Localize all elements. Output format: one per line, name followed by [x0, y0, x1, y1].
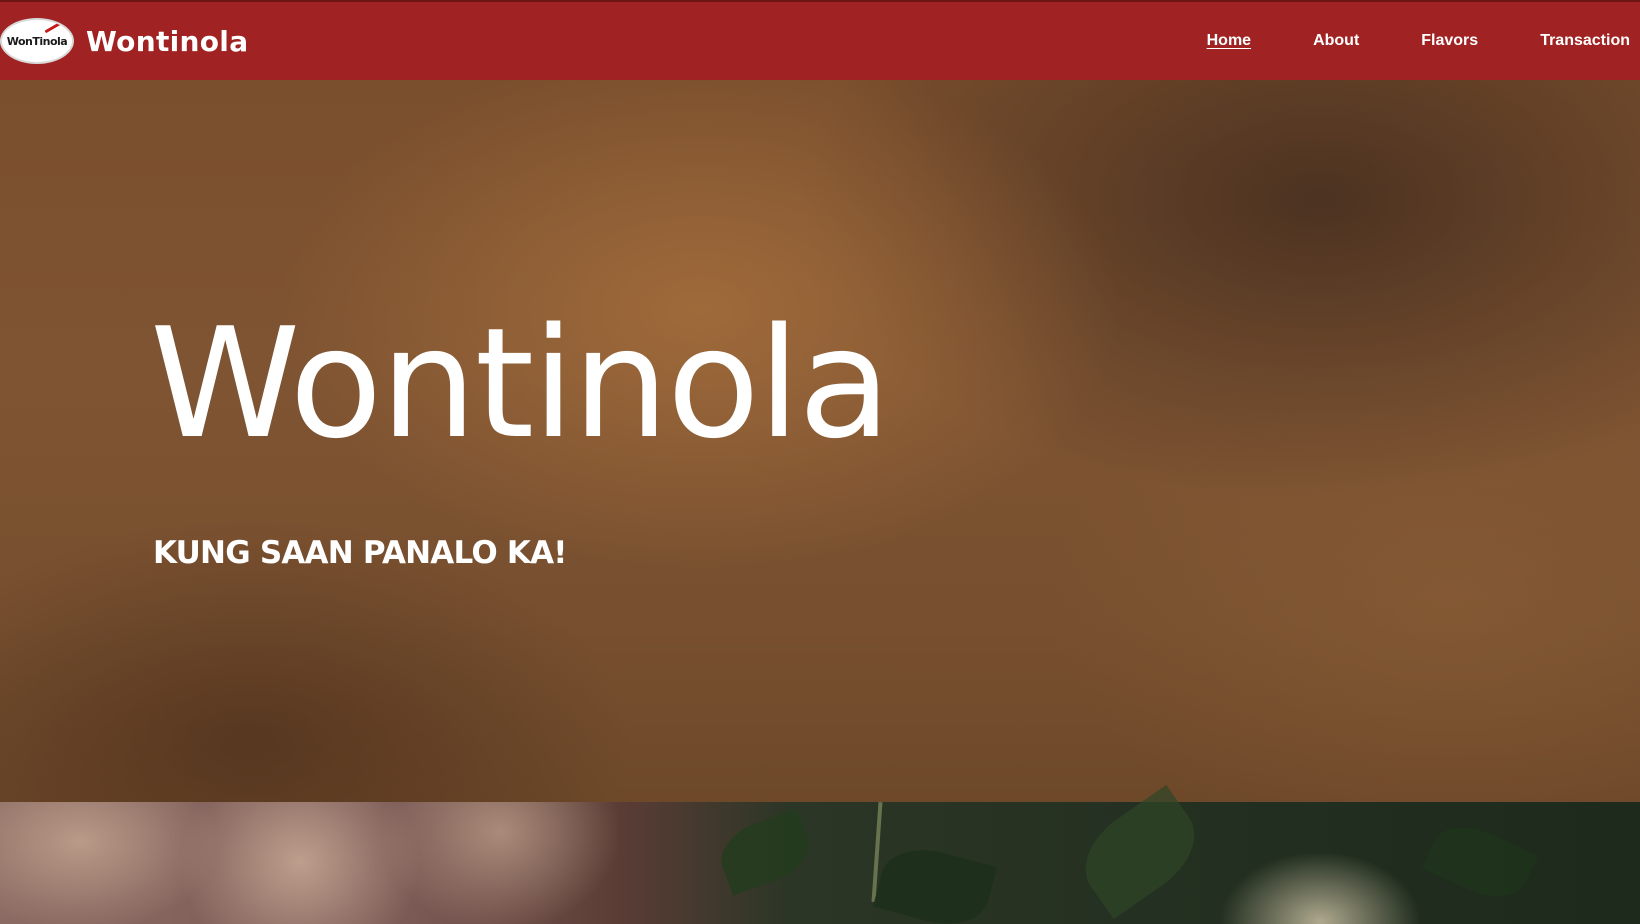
leaf-image — [1422, 813, 1538, 911]
nav-link-about[interactable]: About — [1313, 32, 1359, 50]
leaf-image — [872, 838, 998, 924]
nav-link-flavors[interactable]: Flavors — [1421, 32, 1478, 50]
nav-link-home[interactable]: Home — [1207, 32, 1251, 50]
brand-name[interactable]: Wontinola — [86, 25, 248, 58]
nav-links: Home About Flavors Transaction — [1145, 2, 1630, 80]
logo-chopstick-icon — [44, 21, 62, 34]
leaf-image — [1067, 784, 1213, 920]
hero-title: Wontinola — [150, 295, 891, 472]
hero-tagline: KUNG SAAN PANALO KA! — [153, 535, 567, 571]
food-photo-strip — [0, 784, 1640, 924]
leaf-image — [712, 808, 818, 896]
navbar: WonTinola Wontinola Home About Flavors T… — [0, 0, 1640, 80]
brand-logo[interactable]: WonTinola — [0, 18, 74, 64]
hero-section: Wontinola KUNG SAAN PANALO KA! — [0, 80, 1640, 802]
page: WonTinola Wontinola Home About Flavors T… — [0, 0, 1640, 924]
brand[interactable]: WonTinola Wontinola — [0, 2, 248, 80]
logo-text: WonTinola — [6, 34, 68, 48]
nav-link-transaction[interactable]: Transaction — [1540, 32, 1630, 50]
